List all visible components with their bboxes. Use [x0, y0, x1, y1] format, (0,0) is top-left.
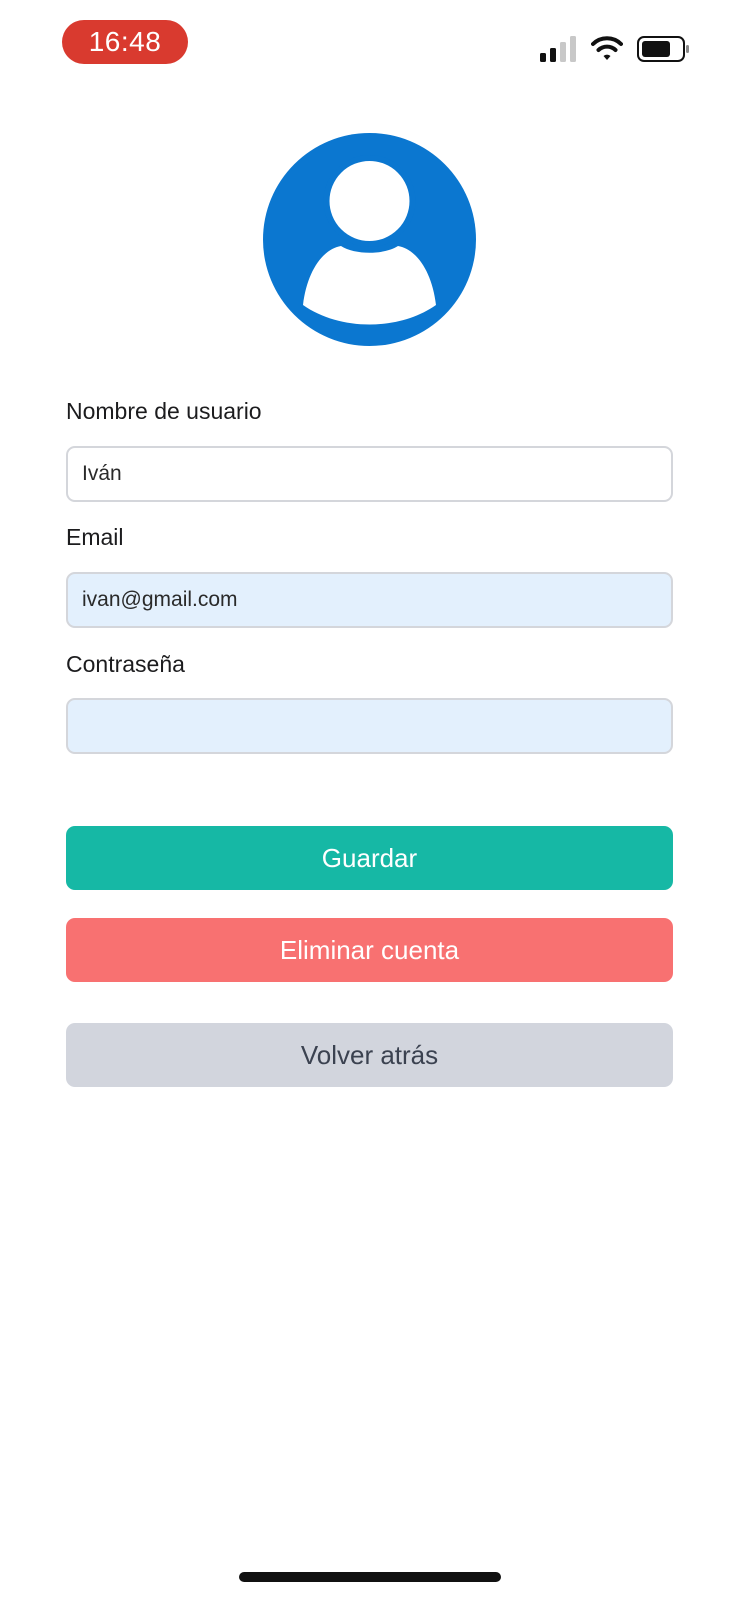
status-time: 16:48: [62, 20, 188, 64]
username-label: Nombre de usuario: [66, 398, 262, 424]
password-label: Contraseña: [66, 651, 185, 677]
cellular-signal-icon: [540, 36, 576, 62]
delete-account-button[interactable]: Eliminar cuenta: [66, 918, 673, 982]
email-input[interactable]: [66, 572, 673, 628]
back-button[interactable]: Volver atrás: [66, 1023, 673, 1087]
home-indicator[interactable]: [239, 1572, 501, 1582]
battery-icon: [637, 36, 689, 62]
user-avatar-icon: [263, 133, 476, 346]
save-button[interactable]: Guardar: [66, 826, 673, 890]
password-input[interactable]: [66, 698, 673, 754]
wifi-icon: [591, 36, 623, 60]
email-label: Email: [66, 524, 124, 550]
username-input[interactable]: [66, 446, 673, 502]
status-bar: 16:48: [0, 0, 739, 90]
